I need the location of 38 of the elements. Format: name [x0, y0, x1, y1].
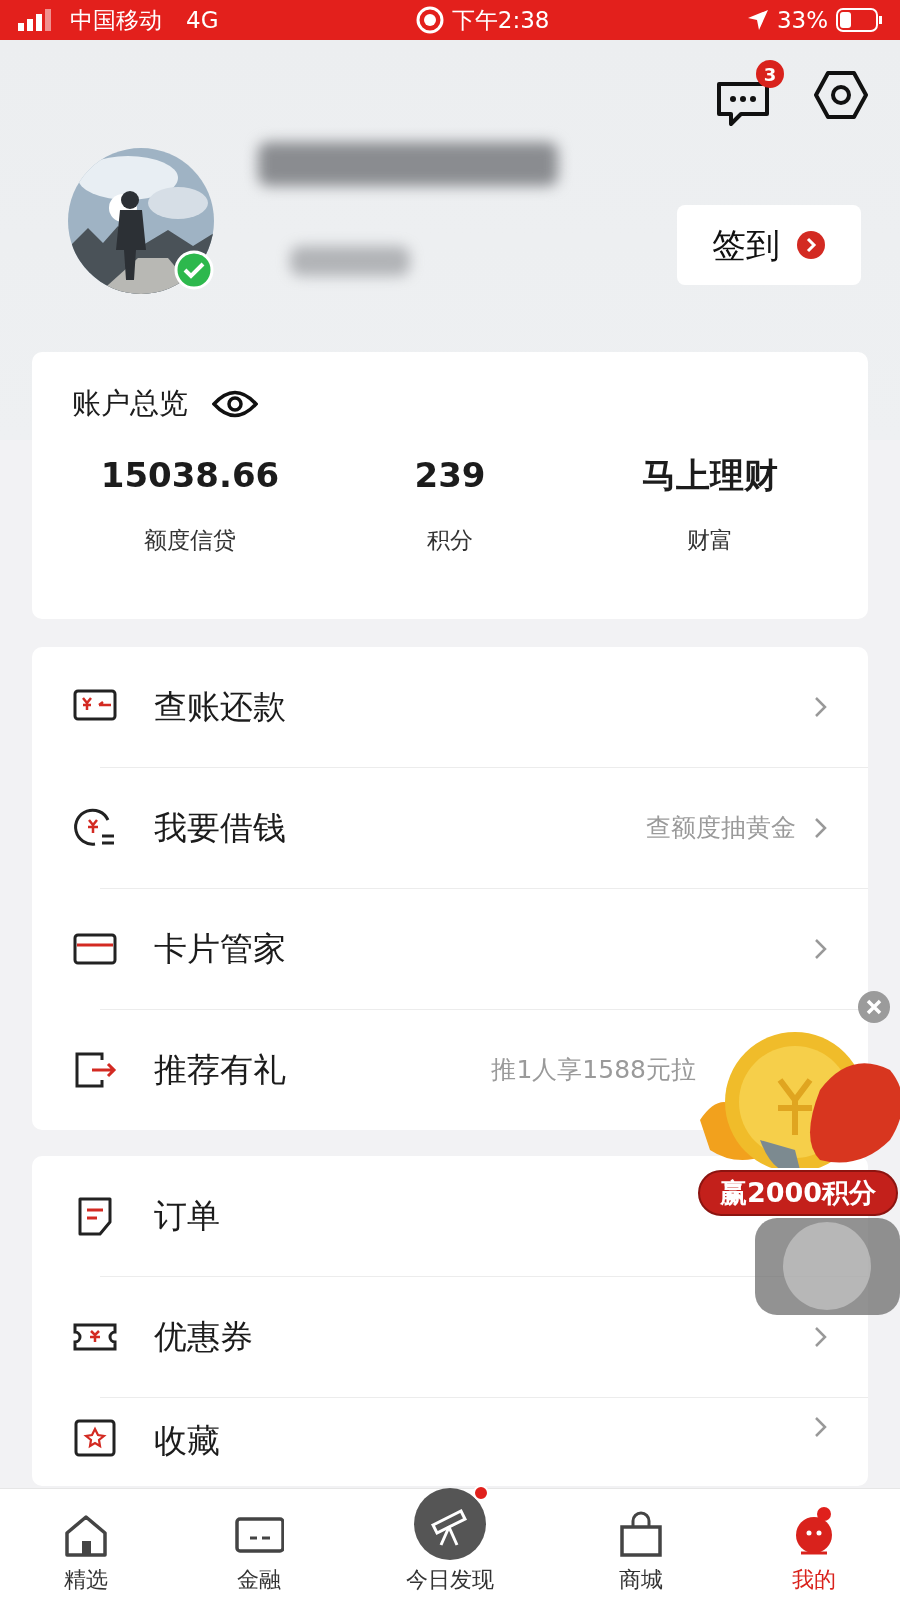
stat-value: 15038.66 [100, 453, 280, 497]
menu-item[interactable]: 推荐有礼 推1人享1588元拉 [32, 1010, 696, 1130]
menu-item[interactable]: 查账还款 [32, 647, 868, 767]
battery-icon [836, 8, 882, 32]
settings-icon[interactable] [814, 70, 868, 120]
eye-icon[interactable] [212, 388, 258, 419]
promo-badge[interactable]: 赢2000积分 [698, 1170, 898, 1216]
checkin-button[interactable]: 签到 [677, 205, 861, 285]
menu-item[interactable]: 订单 [32, 1156, 688, 1276]
menu-hint: 查额度抽黄金 [646, 812, 796, 845]
message-count-badge: 3 [756, 60, 784, 88]
tab-item[interactable]: 金融 [172, 1489, 345, 1600]
stat-value: 马上理财 [642, 453, 778, 497]
tab-item[interactable]: 我的 [727, 1489, 900, 1600]
menu-item[interactable]: 我要借钱 查额度抽黄金 [32, 768, 868, 888]
location-icon [746, 9, 769, 31]
stat-label: 额度信贷 [144, 525, 236, 555]
stat-value: 239 [414, 453, 486, 497]
tab-item[interactable]: 商城 [555, 1489, 728, 1600]
tab-item[interactable]: 今日发现 [344, 1489, 556, 1600]
arrow-right-icon [796, 230, 826, 260]
carrier-name: 中国移动 [70, 5, 162, 35]
clock: 下午2:38 [451, 5, 550, 35]
coin-fish-drawing[interactable] [700, 1030, 900, 1168]
menu-item[interactable]: 卡片管家 [32, 889, 868, 1009]
menu-hint: 推1人享1588元拉 [491, 1054, 696, 1087]
stat-label: 积分 [427, 525, 473, 555]
menu-item[interactable]: 优惠券 [32, 1277, 868, 1397]
battery-percent: 33% [776, 5, 828, 35]
overview-title: 账户总览 [72, 385, 188, 422]
stat-label: 财富 [687, 525, 733, 555]
record-icon [415, 6, 444, 34]
assistive-touch-button[interactable] [755, 1218, 900, 1315]
tab-item[interactable]: 精选 [0, 1489, 173, 1600]
signal-icon [18, 9, 54, 31]
menu-item[interactable]: 收藏 [32, 1398, 868, 1486]
network-type: 4G [186, 5, 219, 35]
close-icon[interactable] [857, 990, 891, 1024]
